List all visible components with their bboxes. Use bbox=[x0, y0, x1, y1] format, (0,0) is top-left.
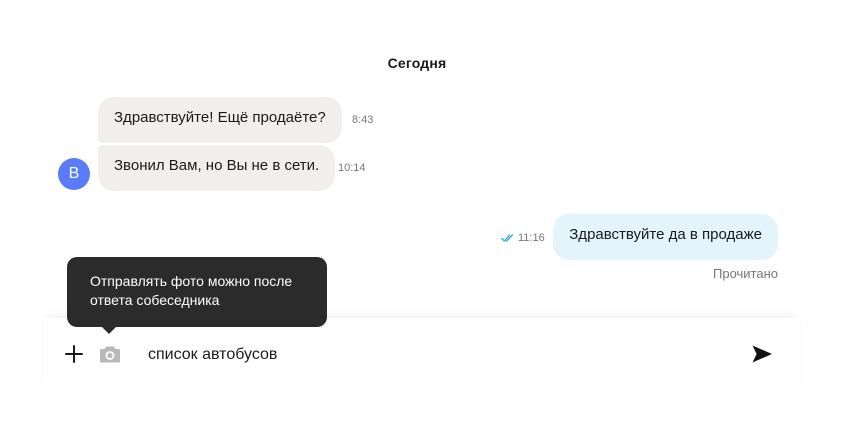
date-separator: Сегодня bbox=[387, 55, 447, 71]
incoming-message-bubble[interactable]: Звонил Вам, но Вы не в сети. bbox=[98, 145, 336, 191]
read-status: Прочитано bbox=[713, 266, 778, 281]
photo-restriction-tooltip: Отправлять фото можно после ответа собес… bbox=[67, 257, 327, 327]
avatar-letter: В bbox=[68, 165, 80, 182]
send-icon[interactable] bbox=[751, 344, 773, 364]
chat-window: Сегодня В Здравствуйте! Ещё продаёте? 8:… bbox=[0, 0, 858, 421]
message-time: 11:16 bbox=[518, 232, 545, 244]
message-time: 10:14 bbox=[338, 162, 366, 174]
tooltip-arrow bbox=[100, 325, 118, 334]
message-text: Звонил Вам, но Вы не в сети. bbox=[114, 157, 320, 174]
message-text: Здравствуйте! Ещё продаёте? bbox=[114, 109, 326, 126]
message-input[interactable] bbox=[148, 342, 708, 368]
message-composer bbox=[44, 318, 800, 393]
message-time: 8:43 bbox=[352, 114, 374, 126]
plus-icon[interactable] bbox=[64, 344, 84, 364]
avatar[interactable]: В bbox=[58, 158, 90, 190]
message-text: Здравствуйте да в продаже bbox=[569, 226, 762, 243]
incoming-message-bubble[interactable]: Здравствуйте! Ещё продаёте? bbox=[98, 97, 342, 143]
tooltip-text: Отправлять фото можно после ответа собес… bbox=[90, 273, 293, 308]
camera-icon[interactable] bbox=[99, 344, 121, 364]
outgoing-message-bubble[interactable]: Здравствуйте да в продаже bbox=[553, 214, 778, 260]
double-check-icon bbox=[501, 234, 514, 242]
